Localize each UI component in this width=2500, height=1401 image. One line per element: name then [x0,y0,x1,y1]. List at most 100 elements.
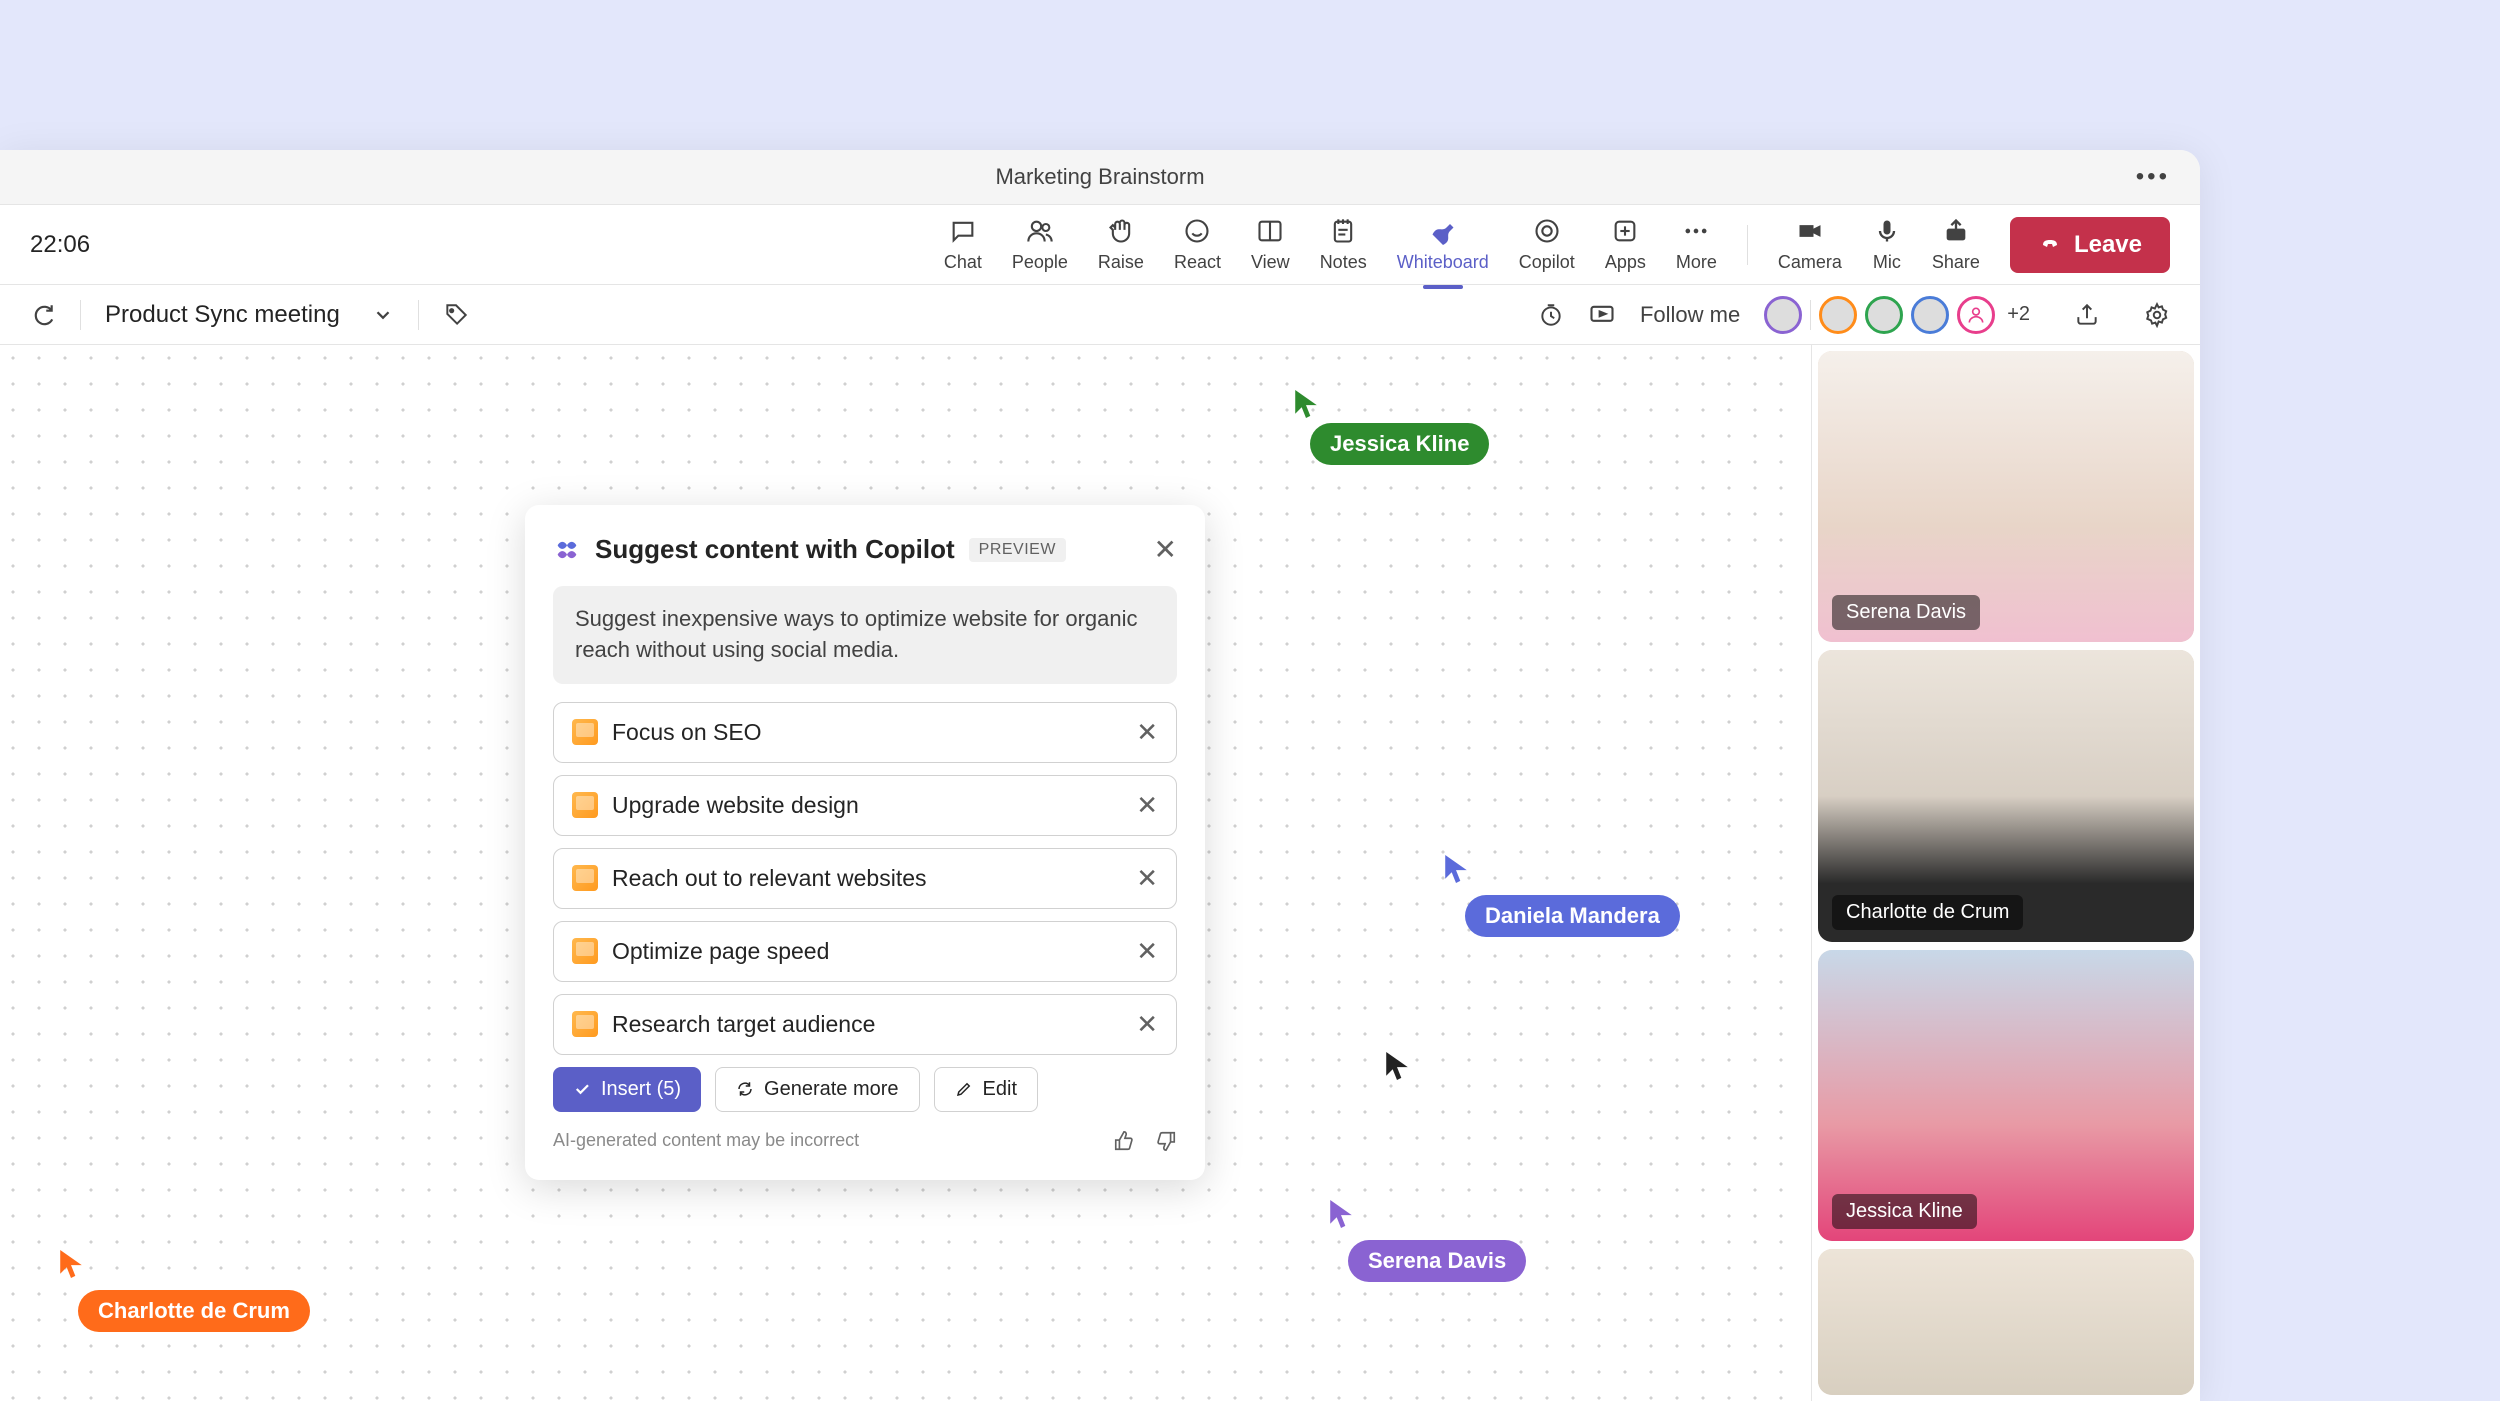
sticky-note-icon [572,938,598,964]
toolbar-divider [1747,225,1748,265]
more-options-icon[interactable]: ••• [2136,163,2170,191]
raise-hand-icon [1106,216,1136,246]
refresh-icon [736,1080,754,1098]
toolbar-mic[interactable]: Mic [1872,216,1902,273]
preview-badge: PREVIEW [969,538,1066,562]
whiteboard-canvas[interactable]: Jessica Kline Daniela Mandera Serena Dav… [0,345,1805,1401]
video-tile[interactable]: Charlotte de Crum [1818,650,2194,941]
insert-button[interactable]: Insert (5) [553,1067,701,1112]
copilot-header: Suggest content with Copilot PREVIEW ✕ [553,533,1177,566]
cursor-label-jessica: Jessica Kline [1310,423,1489,465]
divider [1810,300,1811,330]
avatar[interactable] [1819,296,1857,334]
video-tile[interactable] [1818,1249,2194,1395]
pencil-icon [955,1080,973,1098]
share-board-icon[interactable] [2074,302,2100,328]
copilot-logo-icon [553,536,581,564]
ai-disclaimer: AI-generated content may be incorrect [553,1130,859,1151]
copilot-actions: Insert (5) Generate more Edit [553,1067,1177,1112]
close-icon[interactable]: ✕ [1154,533,1177,566]
suggestion-item[interactable]: Upgrade website design ✕ [553,775,1177,836]
participant-name: Charlotte de Crum [1832,895,2023,930]
thumbs-up-icon[interactable] [1113,1130,1135,1152]
toolbar-share[interactable]: Share [1932,216,1980,273]
video-tile[interactable]: Jessica Kline [1818,950,2194,1241]
camera-icon [1795,216,1825,246]
apps-icon [1610,216,1640,246]
sticky-note-icon [572,1011,598,1037]
redo-icon[interactable] [30,302,56,328]
meeting-timer: 22:06 [30,231,90,259]
sticky-note-icon [572,792,598,818]
avatar-overflow[interactable]: +2 [2007,303,2030,326]
generate-more-button[interactable]: Generate more [715,1067,920,1112]
cursor-label-daniela: Daniela Mandera [1465,895,1680,937]
more-icon [1681,216,1711,246]
chat-icon [948,216,978,246]
toolbar-view[interactable]: View [1251,216,1290,273]
present-icon[interactable] [1588,301,1616,329]
thumbs-down-icon[interactable] [1155,1130,1177,1152]
titlebar: Marketing Brainstorm ••• [0,150,2200,205]
copilot-panel: Suggest content with Copilot PREVIEW ✕ S… [525,505,1205,1180]
settings-icon[interactable] [2144,302,2170,328]
suggestion-item[interactable]: Reach out to relevant websites ✕ [553,848,1177,909]
copilot-prompt[interactable]: Suggest inexpensive ways to optimize web… [553,586,1177,684]
leave-icon [2038,233,2062,257]
remove-icon[interactable]: ✕ [1136,717,1158,748]
view-icon [1255,216,1285,246]
meeting-toolbar: 22:06 Chat People Raise React View [0,205,2200,285]
leave-button[interactable]: Leave [2010,217,2170,273]
participant-name: Jessica Kline [1832,1194,1977,1229]
sticky-note-icon [572,865,598,891]
divider [418,300,419,330]
whiteboard-bar: Product Sync meeting Follow me +2 [0,285,2200,345]
check-icon [573,1080,591,1098]
whiteboard-icon [1428,216,1458,246]
toolbar-copilot[interactable]: Copilot [1519,216,1575,273]
divider [80,300,81,330]
edit-button[interactable]: Edit [934,1067,1038,1112]
share-icon [1941,216,1971,246]
toolbar-apps[interactable]: Apps [1605,216,1646,273]
toolbar-notes[interactable]: Notes [1320,216,1367,273]
tag-icon[interactable] [443,302,469,328]
app-window: Marketing Brainstorm ••• 22:06 Chat Peop… [0,150,2200,1401]
follow-me-label[interactable]: Follow me [1640,302,1740,328]
remove-icon[interactable]: ✕ [1136,790,1158,821]
mic-icon [1872,216,1902,246]
chevron-down-icon[interactable] [372,304,394,326]
toolbar-react[interactable]: React [1174,216,1221,273]
remove-icon[interactable]: ✕ [1136,863,1158,894]
suggestion-item[interactable]: Optimize page speed ✕ [553,921,1177,982]
toolbar-actions: Chat People Raise React View Notes [944,216,1980,273]
video-tile[interactable]: Serena Davis [1818,351,2194,642]
timer-icon[interactable] [1538,302,1564,328]
suggestion-item[interactable]: Focus on SEO ✕ [553,702,1177,763]
toolbar-raise[interactable]: Raise [1098,216,1144,273]
avatar[interactable] [1911,296,1949,334]
toolbar-camera[interactable]: Camera [1778,216,1842,273]
avatar[interactable] [1764,296,1802,334]
copilot-icon [1532,216,1562,246]
remove-icon[interactable]: ✕ [1136,1009,1158,1040]
toolbar-whiteboard[interactable]: Whiteboard [1397,216,1489,273]
toolbar-more[interactable]: More [1676,216,1717,273]
avatar[interactable] [1865,296,1903,334]
people-icon [1025,216,1055,246]
toolbar-chat[interactable]: Chat [944,216,982,273]
cursor-label-serena: Serena Davis [1348,1240,1526,1282]
board-name[interactable]: Product Sync meeting [105,301,340,329]
sticky-note-icon [572,719,598,745]
avatar[interactable] [1957,296,1995,334]
window-title: Marketing Brainstorm [995,164,1204,190]
react-icon [1182,216,1212,246]
remove-icon[interactable]: ✕ [1136,936,1158,967]
feedback-controls [1113,1130,1177,1152]
copilot-footer: AI-generated content may be incorrect [553,1130,1177,1152]
copilot-title: Suggest content with Copilot [595,534,955,565]
toolbar-people[interactable]: People [1012,216,1068,273]
cursor-label-charlotte: Charlotte de Crum [78,1290,310,1332]
video-column: Serena Davis Charlotte de Crum Jessica K… [1811,345,2200,1401]
suggestion-item[interactable]: Research target audience ✕ [553,994,1177,1055]
